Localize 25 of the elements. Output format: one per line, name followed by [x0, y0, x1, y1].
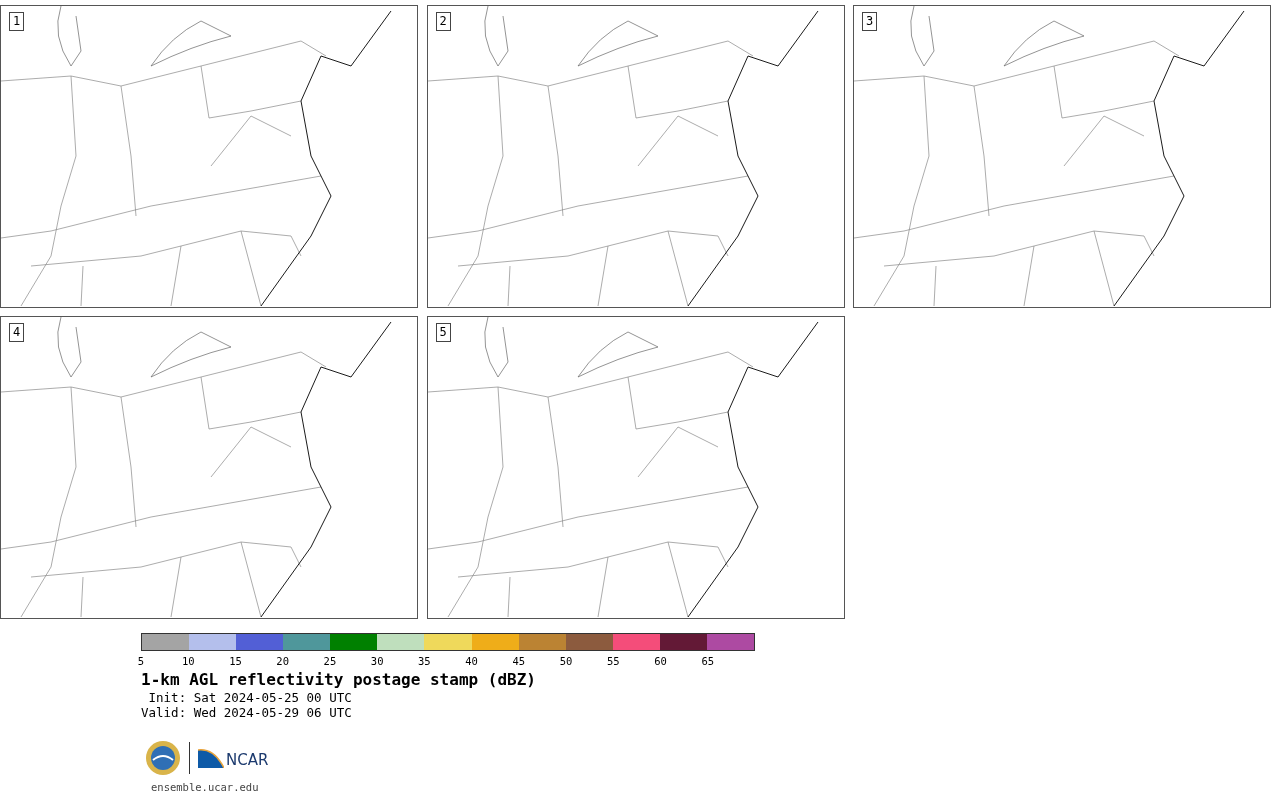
tick-label: 25 — [323, 655, 337, 667]
tick-label: 40 — [465, 655, 478, 667]
tick-label: 45 — [512, 655, 526, 667]
tick-label: 55 — [606, 655, 620, 667]
init-time: Init: Sat 2024-05-25 00 UTC — [147, 690, 353, 705]
seal-icon — [145, 740, 181, 776]
tick-label: 30 — [370, 655, 384, 667]
panel-number: 1 — [9, 12, 25, 31]
panel-number: 5 — [435, 323, 451, 342]
panel-number: 2 — [435, 12, 451, 31]
tick-label: 35 — [418, 655, 431, 667]
tick-label: 20 — [276, 655, 289, 667]
valid-time: Valid: Wed 2024-05-29 06 UTC — [141, 705, 353, 720]
tick-label: 60 — [654, 655, 667, 667]
swoosh-icon — [198, 748, 224, 768]
chart-title: 1-km AGL reflectivity postage stamp (dBZ) — [141, 670, 537, 690]
panel-number: 4 — [9, 323, 25, 342]
website-url: ensemble.ucar.edu — [151, 780, 260, 795]
panel-number: 3 — [862, 12, 878, 31]
tick-label: 50 — [559, 655, 573, 667]
tick-label: 15 — [229, 655, 242, 667]
tick-label: 10 — [181, 655, 195, 667]
tick-label: 5 — [137, 655, 145, 667]
tick-label: 65 — [701, 655, 715, 667]
organization-logo: NCAR — [198, 748, 269, 768]
